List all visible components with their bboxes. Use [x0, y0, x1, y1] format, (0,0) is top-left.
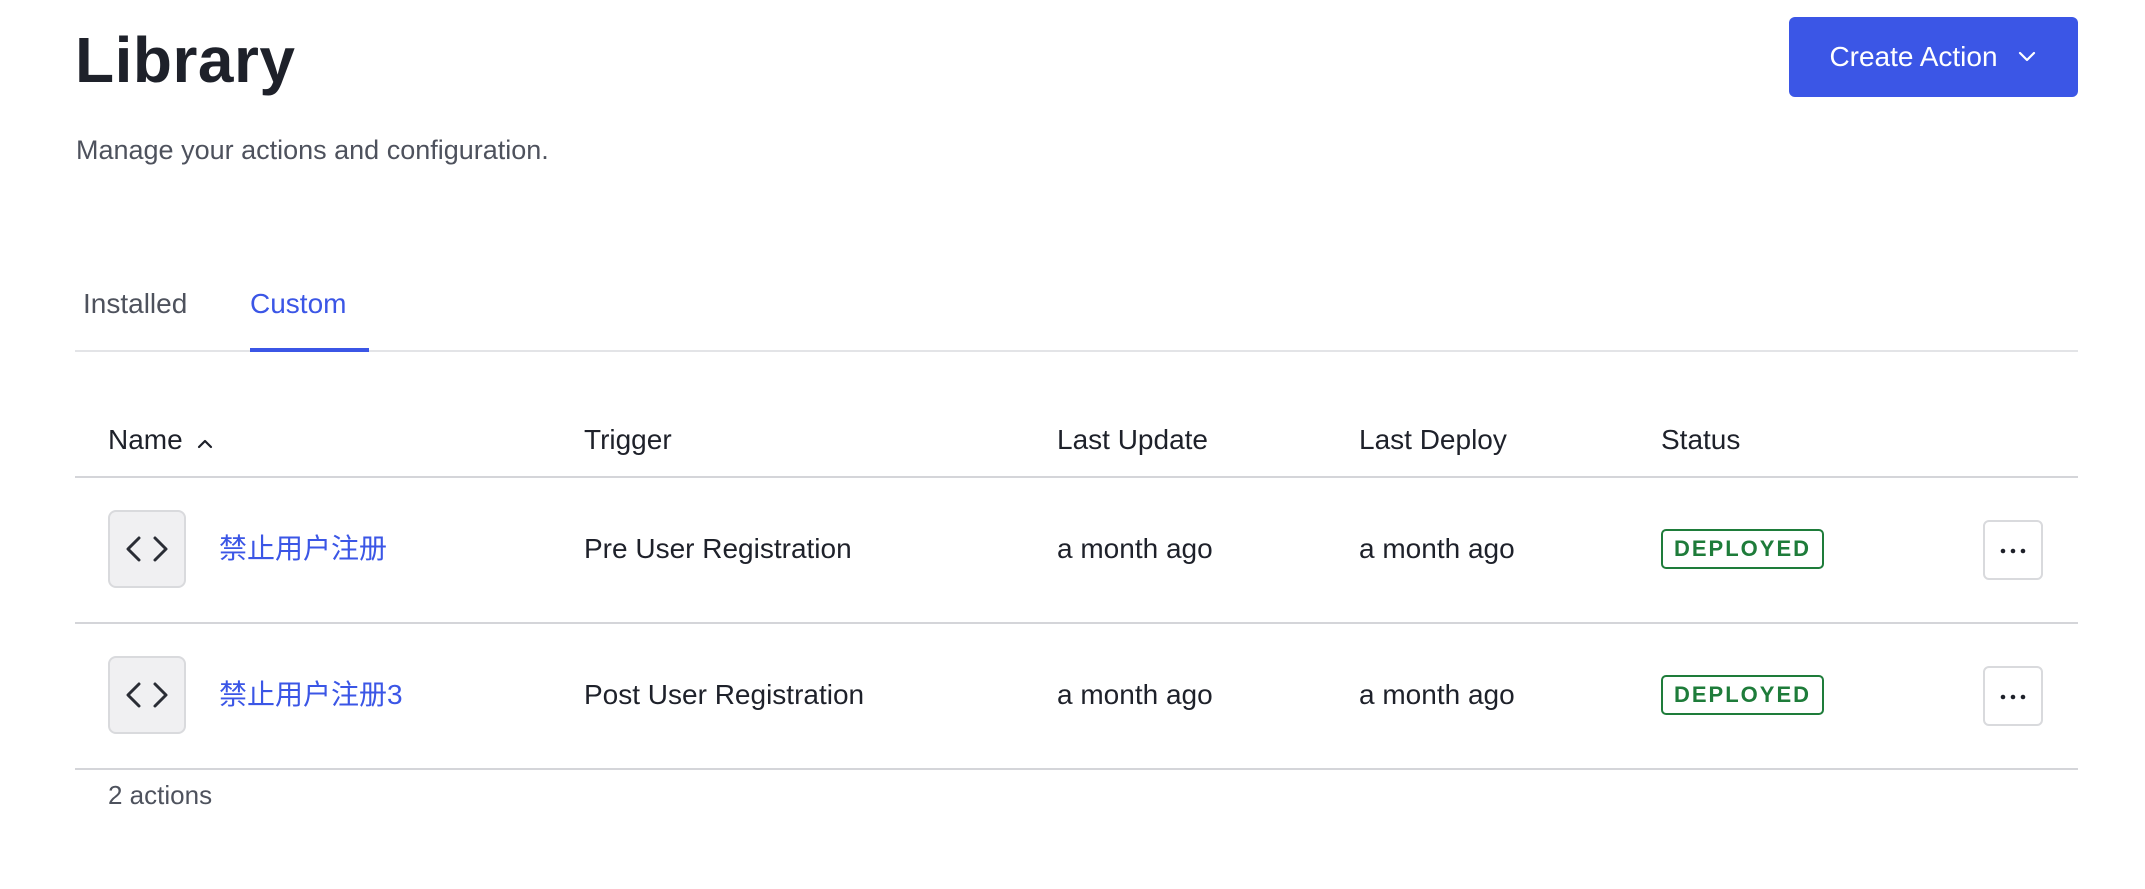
- column-header-last-deploy[interactable]: Last Deploy: [1359, 422, 1507, 458]
- more-horizontal-icon: [2000, 687, 2026, 705]
- tab-installed[interactable]: Installed: [83, 284, 187, 324]
- page-title: Library: [75, 24, 296, 96]
- tab-bar: Installed Custom: [75, 262, 2078, 352]
- actions-table: Name Trigger Last Update Last Deploy Sta…: [75, 400, 2078, 770]
- action-last-deploy: a month ago: [1359, 679, 1515, 710]
- code-icon: [108, 656, 186, 734]
- column-header-name-label: Name: [108, 424, 183, 455]
- action-last-update: a month ago: [1057, 533, 1213, 564]
- action-last-update: a month ago: [1057, 679, 1213, 710]
- column-header-trigger[interactable]: Trigger: [584, 422, 672, 458]
- column-header-last-update[interactable]: Last Update: [1057, 422, 1208, 458]
- action-last-deploy: a month ago: [1359, 533, 1515, 564]
- create-action-button[interactable]: Create Action: [1789, 17, 2078, 97]
- table-row[interactable]: 禁止用户注册3 Post User Registration a month a…: [75, 624, 2078, 770]
- column-header-status[interactable]: Status: [1661, 422, 1740, 458]
- create-action-label: Create Action: [1829, 41, 1998, 72]
- action-name-link[interactable]: 禁止用户注册: [219, 529, 387, 569]
- table-row[interactable]: 禁止用户注册 Pre User Registration a month ago…: [75, 478, 2078, 624]
- chevron-up-icon: [197, 422, 213, 458]
- row-more-button[interactable]: [1983, 666, 2043, 726]
- active-tab-indicator: [250, 348, 369, 352]
- action-name-link[interactable]: 禁止用户注册3: [219, 675, 403, 715]
- status-badge: DEPLOYED: [1661, 529, 1825, 569]
- code-icon: [108, 510, 186, 588]
- column-header-name[interactable]: Name: [108, 422, 213, 458]
- table-header: Name Trigger Last Update Last Deploy Sta…: [75, 400, 2078, 478]
- chevron-down-icon: [2016, 46, 2038, 68]
- row-more-button[interactable]: [1983, 520, 2043, 580]
- page-subtitle: Manage your actions and configuration.: [76, 135, 549, 165]
- action-trigger: Pre User Registration: [584, 533, 852, 564]
- more-horizontal-icon: [2000, 541, 2026, 559]
- actions-count: 2 actions: [108, 780, 213, 810]
- action-trigger: Post User Registration: [584, 679, 865, 710]
- status-badge: DEPLOYED: [1661, 675, 1825, 715]
- tab-custom[interactable]: Custom: [250, 284, 346, 324]
